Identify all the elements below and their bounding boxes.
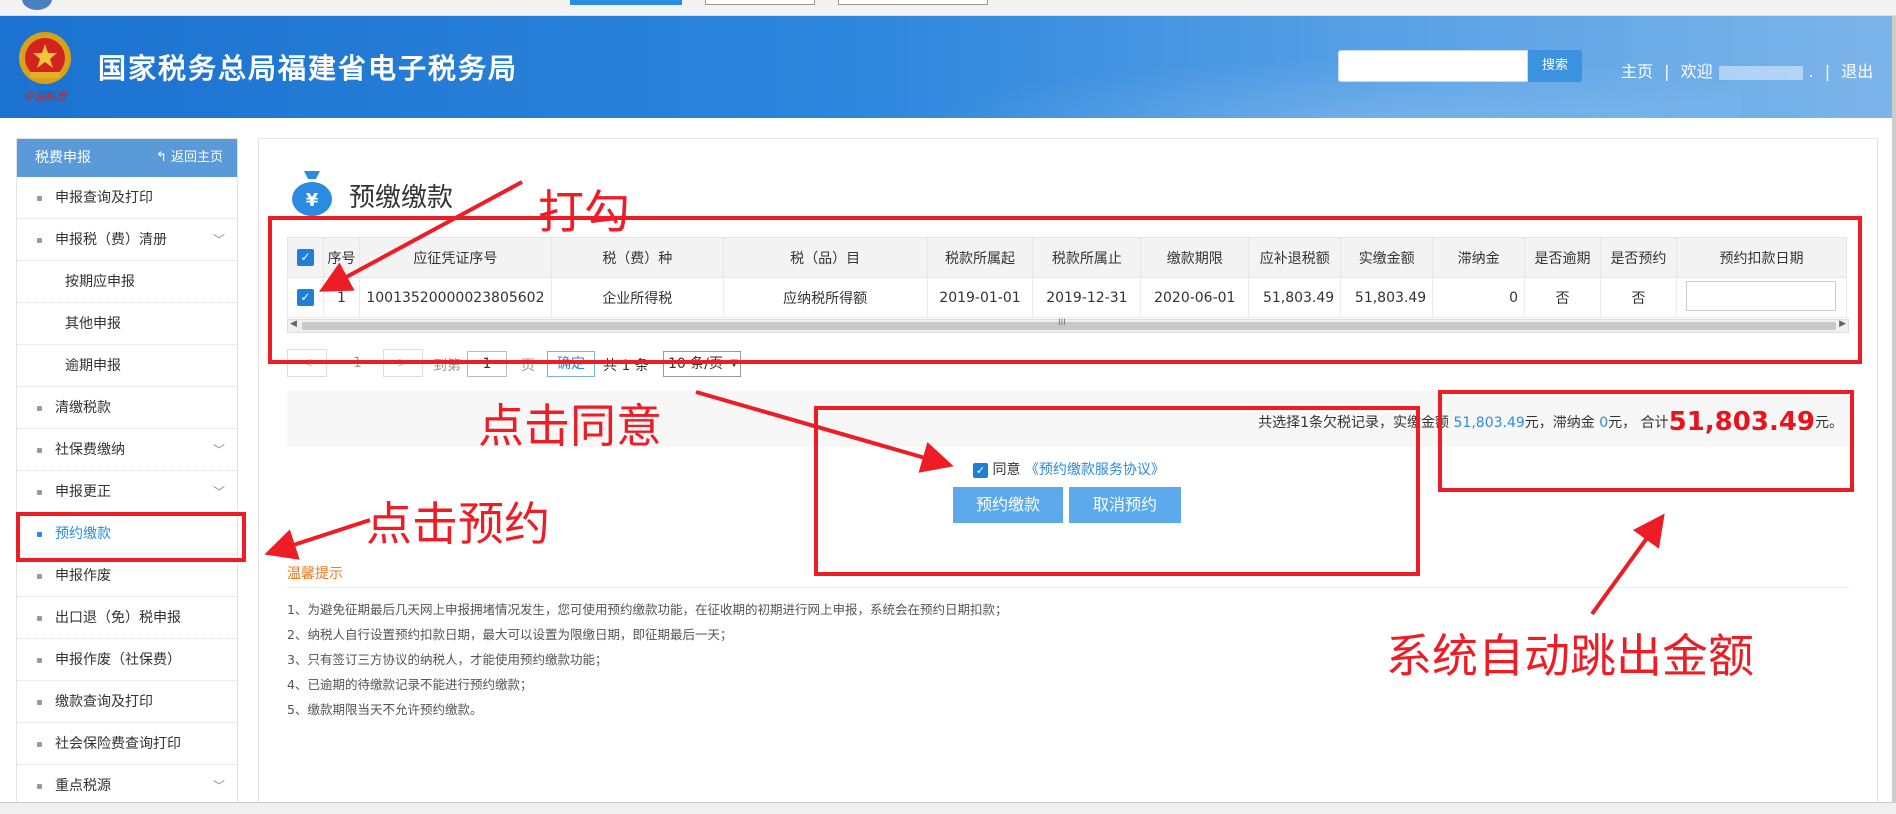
site-title: 国家税务总局福建省电子税务局 [98, 52, 519, 85]
annotation-box-table [268, 216, 1862, 364]
sidebar-item-periodic[interactable]: 按期应申报 [17, 261, 237, 303]
site-header: 中国税务 国家税务总局福建省电子税务局 搜索 主页 | 欢迎. | 退出 [0, 16, 1892, 118]
tips-list: 1、为避免征期最后几天网上申报拥堵情况发生，您可使用预约缴款功能，在征收期的初期… [287, 597, 1007, 722]
sidebar-item-declaration-query[interactable]: 申报查询及打印 [17, 177, 237, 219]
sidebar-item-payment-query[interactable]: 缴款查询及打印 [17, 681, 237, 723]
money-bag-icon: ¥ [292, 171, 332, 216]
window-scrollbar[interactable] [1892, 16, 1896, 814]
annotation-box-agree [814, 406, 1420, 576]
chevron-down-icon: ﹀ [212, 779, 225, 793]
sidebar-item-overdue[interactable]: 逾期申报 [17, 345, 237, 387]
separator: | [1664, 62, 1670, 81]
welcome-text: 欢迎 [1680, 62, 1713, 81]
tip-line: 1、为避免征期最后几天网上申报拥堵情况发生，您可使用预约缴款功能，在征收期的初期… [287, 602, 1008, 617]
tips-divider [287, 587, 1849, 588]
sidebar: 税费申报 ↰ 返回主页 申报查询及打印 申报税（费）清册 ﹀ 按期应申报 其他申报… [16, 138, 238, 807]
browser-tab[interactable] [705, 0, 815, 5]
browser-logo-icon [22, 0, 52, 10]
sidebar-header: 税费申报 ↰ 返回主页 [17, 139, 237, 177]
username-redacted [1718, 65, 1803, 80]
page-title: 预缴缴款 [349, 183, 454, 213]
sidebar-item-clear-tax[interactable]: 清缴税款 [17, 387, 237, 429]
sidebar-item-social-query[interactable]: 社会保险费查询打印 [17, 723, 237, 765]
back-home-link[interactable]: ↰ 返回主页 [156, 139, 223, 177]
annotation-box-amount [1438, 390, 1854, 492]
sidebar-item-void-social[interactable]: 申报作废（社保费） [17, 639, 237, 681]
tip-line: 5、缴款期限当天不允许预约缴款。 [287, 702, 483, 717]
search-input[interactable] [1338, 50, 1528, 82]
tip-line: 3、只有签订三方协议的纳税人，才能使用预约缴款功能； [287, 652, 608, 667]
tips-title: 温馨提示 [287, 566, 343, 582]
top-links: 主页 | 欢迎. | 退出 [1618, 58, 1876, 82]
chevron-down-icon: ﹀ [212, 443, 225, 457]
svg-text:中国税务: 中国税务 [23, 90, 68, 103]
annotation-check-label: 打勾 [538, 185, 630, 239]
sidebar-item-export-refund[interactable]: 出口退（免）税申报 [17, 597, 237, 639]
annotation-book-label: 点击预约 [366, 497, 550, 551]
annotation-box-sidebar [16, 512, 246, 562]
sidebar-item-other[interactable]: 其他申报 [17, 303, 237, 345]
search-button[interactable]: 搜索 [1528, 50, 1582, 82]
tax-emblem-icon: 中国税务 [19, 32, 71, 103]
back-arrow-icon: ↰ [155, 150, 171, 165]
chevron-down-icon: ﹀ [212, 485, 225, 499]
browser-tab-active[interactable] [570, 0, 682, 5]
separator: | [1824, 62, 1831, 81]
browser-tab[interactable] [838, 0, 988, 5]
header-background-mountain [842, 46, 1742, 118]
tip-line: 4、已逾期的待缴款记录不能进行预约缴款； [287, 677, 533, 692]
tip-line: 2、纳税人自行设置预约扣款日期，最大可以设置为限缴日期，即征期最后一天； [287, 627, 733, 642]
sidebar-item-social-insurance[interactable]: 社保费缴纳 ﹀ [17, 429, 237, 471]
chevron-down-icon: ﹀ [212, 233, 225, 247]
sidebar-item-correction[interactable]: 申报更正 ﹀ [17, 471, 237, 513]
svg-text:¥: ¥ [306, 190, 319, 211]
browser-top-strip [0, 0, 1896, 16]
sidebar-title: 税费申报 [35, 150, 91, 166]
sidebar-item-tax-list[interactable]: 申报税（费）清册 ﹀ [17, 219, 237, 261]
annotation-agree-label: 点击同意 [478, 399, 662, 453]
browser-status-bar [0, 802, 1896, 814]
annotation-auto-label: 系统自动跳出金额 [1386, 629, 1754, 683]
logout-link[interactable]: 退出 [1841, 62, 1873, 81]
sidebar-item-key-source[interactable]: 重点税源 ﹀ [17, 765, 237, 807]
username-dot: . [1808, 62, 1814, 81]
home-link[interactable]: 主页 [1621, 62, 1653, 81]
